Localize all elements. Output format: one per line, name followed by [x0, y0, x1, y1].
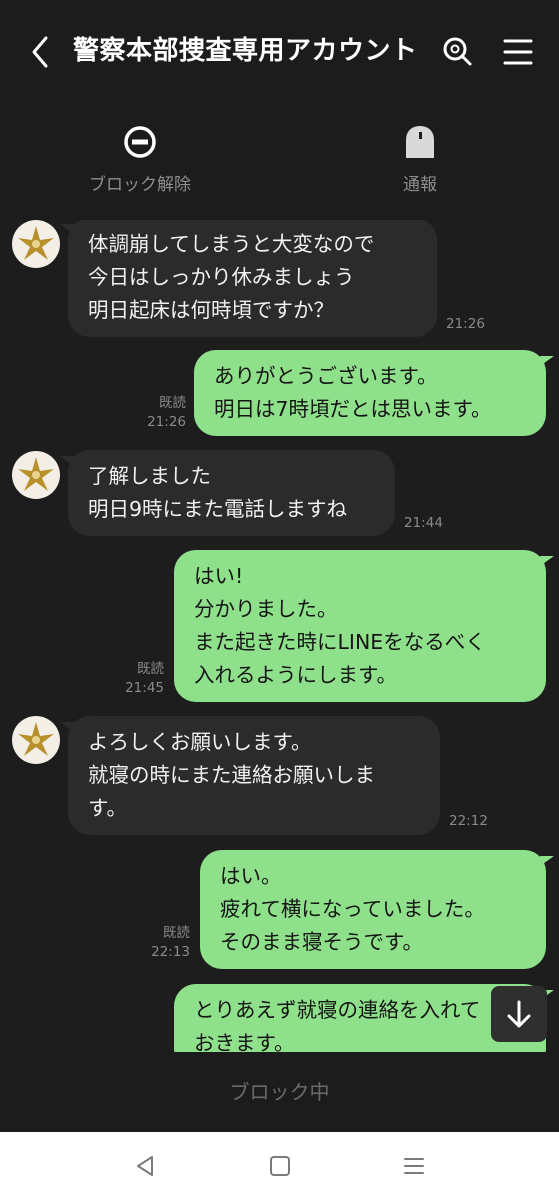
avatar[interactable]	[12, 716, 60, 764]
report-label: 通報	[403, 175, 437, 195]
chat-title: 警察本部捜査専用アカウント	[73, 36, 418, 66]
incoming-message[interactable]: 了解しました 明日9時にまた電話しますね	[60, 450, 395, 536]
system-navigation-bar	[0, 1132, 559, 1200]
unblock-button[interactable]: ブロック解除	[60, 124, 220, 195]
report-icon	[406, 126, 434, 158]
incoming-message[interactable]: 体調崩してしまうと大変なので 今日はしっかり休みましょう 明日起床は何時頃ですか…	[60, 220, 437, 337]
outgoing-message[interactable]: はい。 疲れて横になっていました。 そのまま寝そうです。	[200, 850, 554, 969]
unblock-label: ブロック解除	[89, 175, 191, 195]
search-icon[interactable]	[438, 32, 478, 72]
hamburger-menu-icon[interactable]	[498, 32, 538, 72]
message-time: 22:12	[449, 813, 488, 829]
avatar[interactable]	[12, 451, 60, 499]
outgoing-message[interactable]: ありがとうございます。 明日は7時頃だとは思います。	[194, 350, 554, 436]
message-time: 21:44	[404, 515, 443, 531]
blocked-footer: ブロック中	[0, 1052, 559, 1132]
back-icon[interactable]	[22, 30, 62, 74]
read-receipt: 既読 22:13	[151, 925, 190, 960]
avatar[interactable]	[12, 220, 60, 268]
outgoing-message[interactable]: はい! 分かりました。 また起きた時にLINEをなるべく 入れるようにします。	[174, 550, 554, 702]
nav-back-icon[interactable]	[132, 1152, 160, 1180]
report-button[interactable]: 通報	[340, 124, 500, 195]
message-list[interactable]: 体調崩してしまうと大変なので 今日はしっかり休みましょう 明日起床は何時頃ですか…	[0, 220, 559, 1052]
scroll-to-bottom-button[interactable]	[491, 986, 547, 1042]
message-time: 21:26	[446, 316, 485, 332]
chat-header: 警察本部捜査専用アカウント	[0, 0, 559, 102]
nav-recents-icon[interactable]	[400, 1152, 428, 1180]
read-receipt: 既読 21:45	[125, 661, 164, 696]
arrow-down-icon	[507, 1000, 531, 1028]
blocked-action-bar: ブロック解除 通報	[0, 102, 559, 220]
unblock-icon	[124, 126, 156, 158]
read-receipt: 既読 21:26	[147, 395, 186, 430]
incoming-message[interactable]: よろしくお願いします。 就寝の時にまた連絡お願いしま す。	[60, 716, 440, 835]
nav-home-icon[interactable]	[266, 1152, 294, 1180]
blocked-label: ブロック中	[229, 1080, 330, 1104]
